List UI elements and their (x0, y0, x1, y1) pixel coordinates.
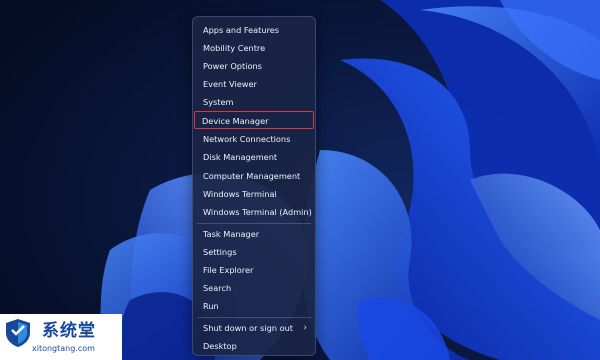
chevron-right-icon: › (303, 323, 307, 333)
menu-item-label: Shut down or sign out (203, 323, 293, 333)
menu-item-shut-down-or-sign-out[interactable]: Shut down or sign out › (195, 319, 313, 337)
menu-item-network-connections[interactable]: Network Connections (195, 130, 313, 148)
menu-item-label: Settings (203, 247, 237, 257)
menu-item-label: Mobility Centre (203, 43, 266, 53)
menu-item-label: Desktop (203, 341, 237, 351)
menu-item-label: Task Manager (203, 229, 260, 239)
menu-item-event-viewer[interactable]: Event Viewer (195, 75, 313, 93)
menu-item-mobility-centre[interactable]: Mobility Centre (195, 39, 313, 57)
menu-item-windows-terminal[interactable]: Windows Terminal (195, 185, 313, 203)
shield-icon (6, 319, 30, 347)
menu-item-label: Disk Management (203, 152, 278, 162)
watermark-title: 系统堂 (42, 321, 96, 341)
menu-item-label: Device Manager (202, 116, 269, 126)
menu-item-file-explorer[interactable]: File Explorer (195, 261, 313, 279)
menu-item-label: Power Options (203, 61, 262, 71)
menu-divider (197, 223, 311, 224)
menu-item-label: File Explorer (203, 265, 254, 275)
menu-item-windows-terminal-admin[interactable]: Windows Terminal (Admin) (195, 203, 313, 221)
menu-item-label: Apps and Features (203, 25, 280, 35)
menu-item-label: Computer Management (203, 171, 301, 181)
menu-item-run[interactable]: Run (195, 297, 313, 315)
menu-item-power-options[interactable]: Power Options (195, 57, 313, 75)
watermark-logo: 系统堂 xitongtang.com (0, 314, 122, 360)
menu-item-label: Search (203, 283, 232, 293)
menu-item-apps-and-features[interactable]: Apps and Features (195, 21, 313, 39)
menu-item-settings[interactable]: Settings (195, 243, 313, 261)
power-user-menu: Apps and Features Mobility Centre Power … (192, 16, 316, 356)
menu-item-search[interactable]: Search (195, 279, 313, 297)
menu-item-task-manager[interactable]: Task Manager (195, 225, 313, 243)
menu-item-label: Windows Terminal (Admin) (203, 207, 312, 217)
menu-divider (197, 317, 311, 318)
menu-item-device-manager[interactable]: Device Manager (194, 111, 314, 129)
watermark-url: xitongtang.com (32, 344, 95, 353)
menu-item-label: Windows Terminal (203, 189, 277, 199)
menu-item-label: Run (203, 301, 219, 311)
menu-item-system[interactable]: System (195, 93, 313, 111)
menu-item-desktop[interactable]: Desktop (195, 337, 313, 355)
menu-item-disk-management[interactable]: Disk Management (195, 148, 313, 166)
menu-item-label: Network Connections (203, 134, 291, 144)
menu-item-computer-management[interactable]: Computer Management (195, 167, 313, 185)
menu-item-label: Event Viewer (203, 79, 257, 89)
menu-item-label: System (203, 97, 234, 107)
